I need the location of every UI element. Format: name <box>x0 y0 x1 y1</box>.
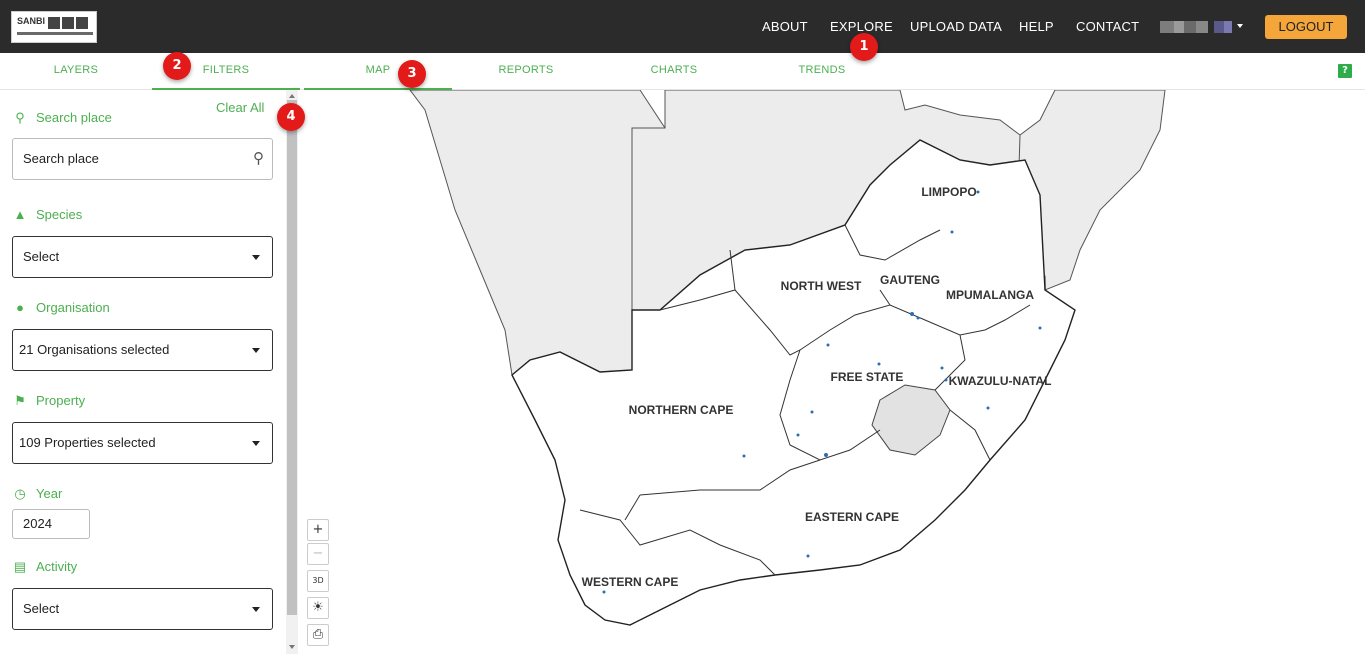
province-label-eastern-cape: EASTERN CAPE <box>805 510 899 524</box>
nav-upload-data[interactable]: UPLOAD DATA <box>910 19 1002 34</box>
tab-trends[interactable]: TRENDS <box>748 53 896 90</box>
tab-reports[interactable]: REPORTS <box>452 53 600 90</box>
year-label: ◷ Year <box>12 486 62 502</box>
scroll-down-icon[interactable] <box>289 645 295 649</box>
property-icon: ⚑ <box>14 393 26 408</box>
property-label: ⚑ Property <box>12 393 85 409</box>
main-tabs: MAP REPORTS CHARTS TRENDS <box>301 53 1365 90</box>
search-place-label: ⚲ Search place <box>12 110 112 126</box>
map-canvas[interactable]: LIMPOPO NORTH WEST GAUTENG MPUMALANGA FR… <box>301 90 1365 654</box>
activity-select[interactable]: Select <box>12 588 273 630</box>
nav-about[interactable]: ABOUT <box>762 19 808 34</box>
zoom-out-button[interactable]: − <box>307 543 329 565</box>
print-icon[interactable]: ⎙ <box>307 624 329 646</box>
province-label-mpumalanga: MPUMALANGA <box>946 288 1034 302</box>
property-select[interactable]: 109 Properties selected <box>12 422 273 464</box>
group-icon: ● <box>16 300 24 315</box>
annotation-marker-3: 3 <box>398 60 426 88</box>
sanbi-logo[interactable]: SANBI <box>11 11 97 43</box>
logout-button[interactable]: LOGOUT <box>1265 15 1347 39</box>
species-label: ▲ Species <box>13 207 83 222</box>
year-input[interactable]: 2024 <box>12 509 90 539</box>
scroll-up-icon[interactable] <box>289 94 295 98</box>
chevron-down-icon <box>252 348 260 353</box>
nav-explore[interactable]: EXPLORE <box>830 19 893 34</box>
activity-label: ▤ Activity <box>13 559 78 574</box>
species-select[interactable]: Select <box>12 236 273 278</box>
elephant-icon: ▲ <box>13 207 27 222</box>
organisation-select[interactable]: 21 Organisations selected <box>12 329 273 371</box>
user-menu[interactable] <box>1160 20 1232 33</box>
tab-charts[interactable]: CHARTS <box>600 53 748 90</box>
chart-icon: ▤ <box>13 559 27 574</box>
tab-layers[interactable]: LAYERS <box>0 53 152 90</box>
annotation-marker-2: 2 <box>163 52 191 80</box>
annotation-marker-1: 1 <box>850 33 878 61</box>
search-icon: ⚲ <box>15 110 25 125</box>
help-icon[interactable]: ? <box>1338 64 1352 78</box>
left-panel-tabs: LAYERS FILTERS <box>0 53 300 90</box>
filters-scrollbar-thumb[interactable] <box>287 100 297 615</box>
user-menu-caret-icon[interactable] <box>1237 24 1243 28</box>
province-label-western-cape: WESTERN CAPE <box>582 575 679 589</box>
chevron-down-icon <box>252 255 260 260</box>
toggle-3d-button[interactable]: 3D <box>307 570 329 592</box>
tab-map[interactable]: MAP <box>304 53 452 90</box>
province-label-limpopo: LIMPOPO <box>921 185 976 199</box>
province-label-gauteng: GAUTENG <box>880 273 940 287</box>
clock-icon: ◷ <box>14 486 26 501</box>
province-label-northern-cape: NORTHERN CAPE <box>629 403 734 417</box>
chevron-down-icon <box>252 607 260 612</box>
clear-all-button[interactable]: Clear All <box>216 100 264 115</box>
zoom-in-button[interactable]: + <box>307 519 329 541</box>
province-label-free-state: FREE STATE <box>831 370 904 384</box>
search-input-icon[interactable]: ⚲ <box>253 139 264 179</box>
nav-help[interactable]: HELP <box>1019 19 1054 34</box>
top-navbar: SANBI ABOUT EXPLORE UPLOAD DATA HELP CON… <box>0 0 1365 53</box>
search-place-input[interactable]: Search place ⚲ <box>12 138 273 180</box>
sun-icon[interactable]: ☀ <box>307 597 329 619</box>
organisation-label: ● Organisation <box>12 300 110 315</box>
south-africa-map[interactable]: LIMPOPO NORTH WEST GAUTENG MPUMALANGA FR… <box>301 90 1365 654</box>
chevron-down-icon <box>252 441 260 446</box>
nav-contact[interactable]: CONTACT <box>1076 19 1139 34</box>
annotation-marker-4: 4 <box>277 103 305 131</box>
province-label-north-west: NORTH WEST <box>781 279 862 293</box>
province-label-kwazulu-natal: KWAZULU-NATAL <box>949 374 1052 388</box>
logo-text: SANBI <box>17 16 46 26</box>
